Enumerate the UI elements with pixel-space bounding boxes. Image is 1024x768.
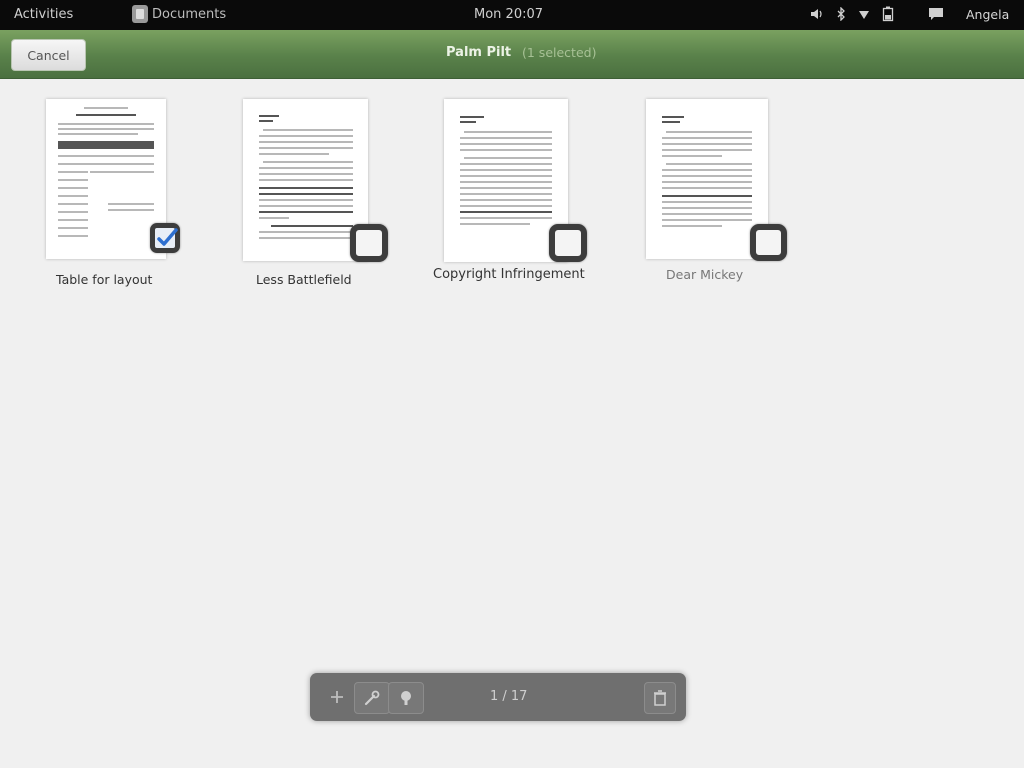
activities-button[interactable]: Activities — [14, 7, 73, 22]
select-checkbox-checked[interactable] — [150, 223, 180, 253]
bluetooth-icon[interactable] — [836, 7, 846, 21]
share-icon — [401, 691, 411, 705]
document-title: Less Battlefield — [256, 272, 352, 287]
document-title: Table for layout — [56, 272, 153, 287]
clock[interactable]: Mon 20:07 — [474, 7, 543, 22]
status-tray: Angela — [810, 6, 1009, 22]
share-button[interactable] — [388, 682, 424, 714]
selection-toolbar: 1 / 17 — [310, 673, 686, 721]
select-checkbox[interactable] — [350, 224, 388, 262]
checkmark-icon — [157, 228, 178, 246]
properties-icon — [364, 690, 380, 706]
favorite-button[interactable] — [324, 682, 350, 712]
document-thumbnail[interactable] — [46, 99, 166, 259]
network-icon[interactable] — [858, 8, 870, 20]
trash-button[interactable] — [644, 682, 676, 714]
document-title: Copyright Infringement — [433, 267, 585, 282]
cancel-button[interactable]: Cancel — [11, 39, 86, 71]
app-menu[interactable]: Documents — [132, 5, 226, 23]
document-title: Dear Mickey — [666, 267, 744, 282]
select-checkbox[interactable] — [549, 224, 587, 262]
properties-button[interactable] — [354, 682, 390, 714]
top-panel: Activities Documents Mon 20:07 Angela — [0, 0, 1024, 30]
collection-title: Palm Pilt — [446, 45, 512, 60]
documents-app-icon — [132, 5, 148, 23]
chat-icon[interactable] — [928, 7, 944, 21]
trash-icon — [654, 690, 666, 706]
selection-count-label: (1 selected) — [522, 45, 597, 60]
user-menu[interactable]: Angela — [966, 7, 1009, 22]
app-menu-label: Documents — [152, 6, 227, 22]
select-checkbox[interactable] — [750, 224, 787, 261]
selection-count: 1 / 17 — [490, 689, 528, 704]
volume-icon[interactable] — [810, 7, 824, 21]
battery-icon[interactable] — [882, 6, 894, 22]
favorite-icon — [331, 691, 343, 703]
selection-header-bar: Cancel Palm Pilt (1 selected) — [0, 30, 1024, 79]
